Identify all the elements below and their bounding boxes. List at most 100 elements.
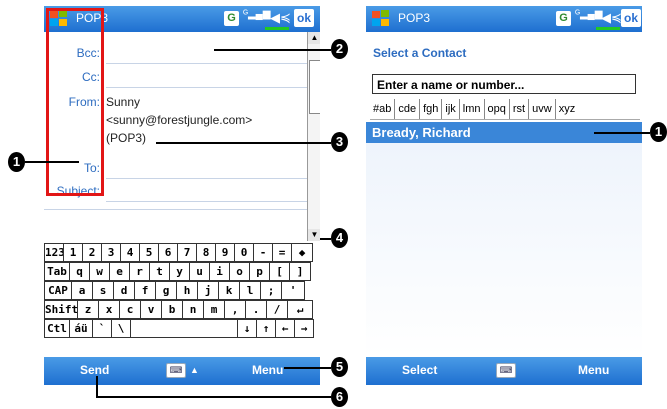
key-z[interactable]: z — [77, 300, 99, 319]
key-e[interactable]: e — [109, 262, 130, 281]
key-4[interactable]: 4 — [120, 243, 140, 262]
g-status-icon[interactable]: G — [556, 11, 571, 26]
from-email[interactable]: <sunny@forestjungle.com> — [106, 113, 252, 127]
subject-field[interactable] — [106, 201, 307, 202]
key-7[interactable]: 7 — [177, 243, 197, 262]
key-w[interactable]: w — [89, 262, 110, 281]
tab-xyz[interactable]: xyz — [556, 99, 579, 119]
key-q[interactable]: q — [69, 262, 90, 281]
key-u[interactable]: u — [189, 262, 210, 281]
tab-lmn[interactable]: lmn — [460, 99, 485, 119]
bcc-field[interactable] — [106, 63, 307, 64]
key-p[interactable]: p — [249, 262, 270, 281]
keyboard-icon[interactable]: ⌨ — [496, 363, 516, 378]
key-backtick[interactable]: ` — [92, 319, 112, 338]
key-arrow-down[interactable]: ↓ — [237, 319, 257, 338]
cc-field[interactable] — [106, 87, 307, 88]
key-d[interactable]: d — [113, 281, 135, 300]
send-button[interactable]: Send — [80, 363, 109, 377]
key-3[interactable]: 3 — [101, 243, 121, 262]
key-tab[interactable]: Tab — [44, 262, 70, 281]
tab-cde[interactable]: cde — [395, 99, 421, 119]
tab-fgh[interactable]: fgh — [420, 99, 443, 119]
key-5[interactable]: 5 — [139, 243, 159, 262]
key-enter[interactable]: ↵ — [287, 300, 313, 319]
key-equals[interactable]: = — [272, 243, 292, 262]
scroll-up-arrow-icon[interactable]: ▲ — [308, 32, 320, 44]
key-t[interactable]: t — [149, 262, 170, 281]
key-6[interactable]: 6 — [158, 243, 178, 262]
key-o[interactable]: o — [229, 262, 250, 281]
ok-button[interactable]: ok — [621, 9, 641, 27]
contact-list[interactable] — [366, 143, 642, 357]
key-comma[interactable]: , — [224, 300, 246, 319]
key-x[interactable]: x — [98, 300, 120, 319]
key-2[interactable]: 2 — [82, 243, 102, 262]
key-accents[interactable]: áü — [69, 319, 93, 338]
key-shift[interactable]: Shift — [44, 300, 78, 319]
tab-uvw[interactable]: uvw — [529, 99, 556, 119]
keyboard-icon[interactable]: ⌨ — [166, 363, 186, 378]
key-left-bracket[interactable]: [ — [269, 262, 290, 281]
select-button[interactable]: Select — [402, 363, 437, 377]
key-g[interactable]: g — [155, 281, 177, 300]
scroll-thumb[interactable] — [309, 60, 320, 114]
key-backslash[interactable]: \ — [111, 319, 131, 338]
g-status-icon[interactable]: G — [224, 11, 239, 26]
key-r[interactable]: r — [129, 262, 150, 281]
key-0[interactable]: 0 — [234, 243, 254, 262]
signal-icon[interactable]: ᴳ▂▄▆ — [243, 9, 270, 20]
key-m[interactable]: m — [203, 300, 225, 319]
windows-start-icon[interactable] — [370, 9, 392, 29]
key-9[interactable]: 9 — [215, 243, 235, 262]
from-account[interactable]: (POP3) — [106, 131, 146, 145]
tab-ijk[interactable]: ijk — [442, 99, 460, 119]
key-b[interactable]: b — [161, 300, 183, 319]
tab-opq[interactable]: opq — [485, 99, 510, 119]
tab-ab[interactable]: #ab — [370, 99, 396, 119]
menu-button[interactable]: Menu — [578, 363, 609, 377]
key-k[interactable]: k — [218, 281, 240, 300]
key-h[interactable]: h — [176, 281, 198, 300]
key-space[interactable] — [130, 319, 238, 338]
key-y[interactable]: y — [169, 262, 190, 281]
key-slash[interactable]: / — [266, 300, 288, 319]
key-j[interactable]: j — [197, 281, 219, 300]
key-a[interactable]: a — [71, 281, 93, 300]
volume-icon[interactable]: ◀≼ — [270, 10, 291, 26]
key-ctrl[interactable]: Ctl — [44, 319, 70, 338]
key-8[interactable]: 8 — [196, 243, 216, 262]
message-body[interactable] — [44, 211, 307, 241]
ok-button[interactable]: ok — [294, 9, 314, 27]
key-arrow-right[interactable]: → — [294, 319, 314, 338]
key-c[interactable]: c — [119, 300, 141, 319]
key-minus[interactable]: - — [253, 243, 273, 262]
key-v[interactable]: v — [140, 300, 162, 319]
key-arrow-up[interactable]: ↑ — [256, 319, 276, 338]
tab-rst[interactable]: rst — [510, 99, 530, 119]
key-i[interactable]: i — [209, 262, 230, 281]
from-name[interactable]: Sunny — [106, 95, 140, 109]
key-n[interactable]: n — [182, 300, 204, 319]
key-right-bracket[interactable]: ] — [289, 262, 311, 281]
scroll-down-arrow-icon[interactable]: ▼ — [308, 229, 320, 241]
contact-search-input[interactable]: Enter a name or number... — [372, 74, 636, 94]
title-bar: POP3 G ᴳ▂▄▆ ◀≼ ok — [366, 6, 642, 32]
key-1[interactable]: 1 — [63, 243, 83, 262]
key-backspace[interactable]: ◆ — [291, 243, 313, 262]
key-s[interactable]: s — [92, 281, 114, 300]
scrollbar[interactable]: ▲ ▼ — [307, 32, 320, 241]
input-selector-arrow-icon[interactable]: ▲ — [190, 365, 199, 375]
key-arrow-left[interactable]: ← — [275, 319, 295, 338]
key-caps[interactable]: CAP — [44, 281, 72, 300]
key-quote[interactable]: ' — [281, 281, 305, 300]
volume-icon[interactable]: ◀≼ — [601, 10, 622, 26]
key-semicolon[interactable]: ; — [260, 281, 282, 300]
key-f[interactable]: f — [134, 281, 156, 300]
key-period[interactable]: . — [245, 300, 267, 319]
signal-icon[interactable]: ᴳ▂▄▆ — [575, 9, 602, 20]
menu-button[interactable]: Menu — [252, 363, 283, 377]
key-l[interactable]: l — [239, 281, 261, 300]
key-123[interactable]: 123 — [44, 243, 64, 262]
to-field[interactable] — [106, 178, 307, 179]
